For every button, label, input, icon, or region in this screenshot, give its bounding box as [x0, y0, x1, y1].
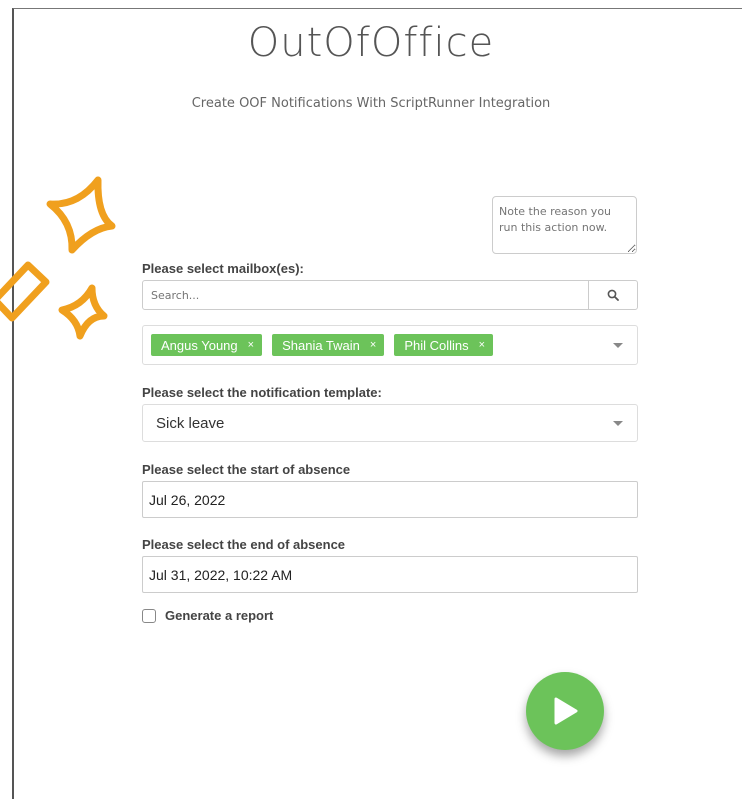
- sparkle-small-icon: [58, 284, 108, 340]
- mailbox-search-input[interactable]: [143, 281, 588, 309]
- sparkles-decoration: [0, 176, 116, 340]
- start-date-label: Please select the start of absence: [142, 462, 351, 477]
- run-button[interactable]: [526, 672, 604, 750]
- chevron-down-icon[interactable]: [613, 343, 623, 348]
- sparkle-edge-icon: [0, 261, 50, 322]
- mailbox-tag: Phil Collins ×: [394, 334, 494, 356]
- remove-tag-icon[interactable]: ×: [370, 339, 376, 351]
- mailbox-tag-label: Phil Collins: [404, 337, 469, 353]
- page-title: OutOfOffice: [247, 20, 495, 66]
- mailbox-tag: Angus Young ×: [151, 334, 263, 356]
- end-date-input[interactable]: [142, 556, 638, 593]
- sparkle-large-icon: [46, 176, 116, 254]
- search-icon: [607, 289, 619, 301]
- report-option: Generate a report: [142, 608, 273, 623]
- reason-note-textarea[interactable]: [492, 196, 637, 254]
- report-checkbox-label[interactable]: Generate a report: [165, 608, 273, 623]
- end-date-label: Please select the end of absence: [142, 537, 346, 552]
- remove-tag-icon[interactable]: ×: [248, 339, 254, 351]
- page-subtitle: Create OOF Notifications With ScriptRunn…: [191, 96, 551, 111]
- mailbox-tag: Shania Twain ×: [272, 334, 385, 356]
- start-date-input[interactable]: [142, 481, 638, 518]
- chevron-down-icon[interactable]: [613, 421, 623, 426]
- template-select[interactable]: Sick leave: [142, 404, 638, 442]
- remove-tag-icon[interactable]: ×: [479, 339, 485, 351]
- mailbox-tag-label: Shania Twain: [282, 337, 360, 353]
- mailbox-label: Please select mailbox(es):: [142, 261, 304, 276]
- report-checkbox[interactable]: [142, 608, 156, 623]
- template-select-value: Sick leave: [156, 414, 225, 432]
- template-label: Please select the notification template:: [142, 385, 382, 400]
- play-icon: [554, 697, 578, 725]
- search-button[interactable]: [588, 281, 637, 309]
- selected-mailboxes[interactable]: Angus Young × Shania Twain × Phil Collin…: [142, 325, 638, 365]
- mailbox-tag-label: Angus Young: [161, 337, 238, 353]
- mailbox-search: [142, 280, 638, 310]
